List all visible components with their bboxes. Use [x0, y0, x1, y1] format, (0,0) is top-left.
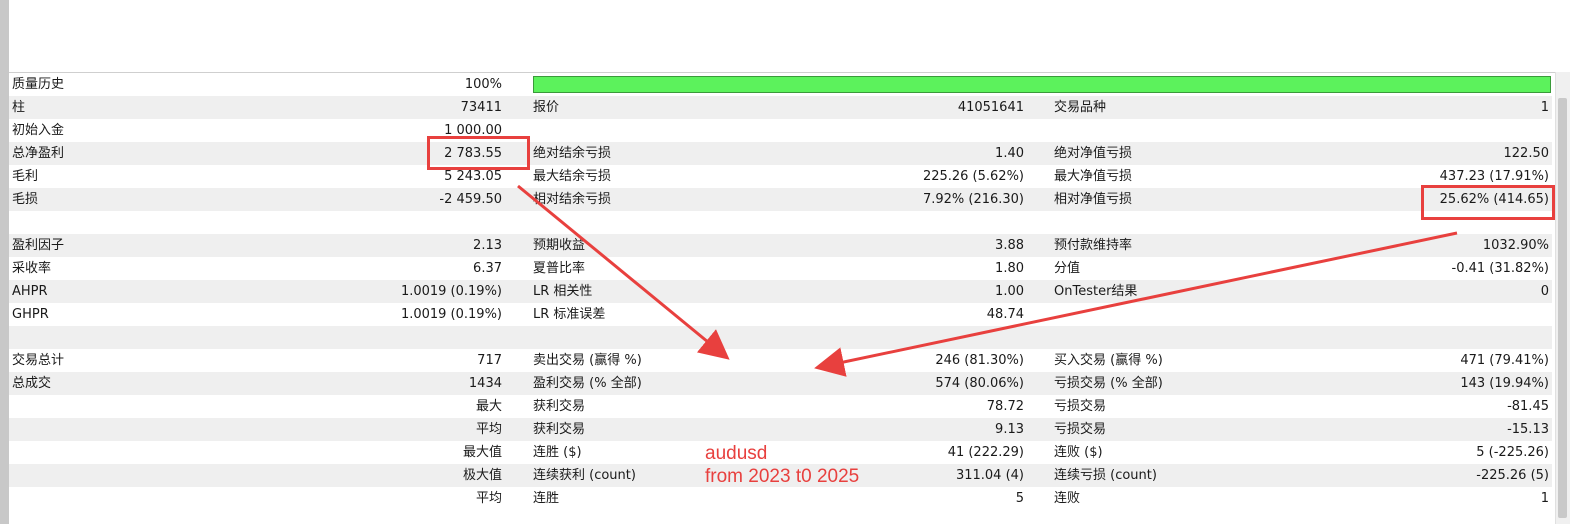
annotation-symbol: audusd — [705, 443, 768, 464]
arrow-from-relative-drawdown — [814, 231, 1458, 377]
arrow-from-net-profit — [517, 184, 730, 360]
annotation-note: audusd from 2023 t0 2025 — [705, 442, 859, 488]
annotation-date-range: from 2023 t0 2025 — [705, 466, 860, 487]
